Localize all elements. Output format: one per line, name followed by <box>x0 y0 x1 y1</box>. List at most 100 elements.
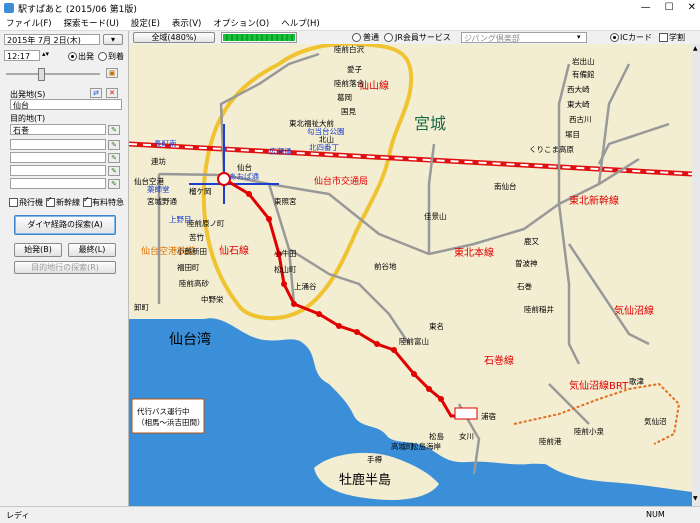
line-label-tohoku-main: 東北本線 <box>454 246 494 259</box>
station-45: 前谷地 <box>374 261 397 271</box>
via1-pick-icon[interactable]: ✎ <box>108 140 120 150</box>
station-62: 東名 <box>429 321 444 331</box>
destination-marker[interactable] <box>454 407 478 420</box>
line-label-ishinomaki: 石巻線 <box>484 354 514 367</box>
last-train-button[interactable]: 最終(L) <box>68 243 116 257</box>
line-label-kesennuma: 気仙沼線 <box>614 304 654 317</box>
search-panel: 2015年 7月 2日(木) ▾ 12:17 ▴▾ 出発 到着 ▣ 出発地(S)… <box>0 31 129 511</box>
maximize-icon[interactable]: ☐ <box>665 2 674 13</box>
swap-icon[interactable]: ⇄ <box>90 88 102 98</box>
station-87: 上野目 <box>169 215 192 224</box>
dia-search-button[interactable]: ダイヤ経路の探索(A) <box>14 215 116 235</box>
scroll-up-icon[interactable]: ▲ <box>693 46 699 52</box>
station-91: 東大崎 <box>567 99 590 109</box>
station-23: 小鶴新田 <box>177 246 207 256</box>
route-map[interactable]: 宮城 仙台湾 牡鹿半島 仙山線 東北新幹線 東北本線 仙石線 石巻線 気仙沼線 … <box>129 44 692 506</box>
station-15: 広瀬通 <box>269 146 292 156</box>
via4-input[interactable] <box>10 178 106 189</box>
arrive-label: 到着 <box>108 52 124 61</box>
depart-radio[interactable] <box>68 52 77 61</box>
ic-card-radio[interactable] <box>610 33 619 42</box>
station-22: 苦竹 <box>189 232 204 242</box>
shinkansen-checkbox[interactable] <box>46 195 55 207</box>
via3-pick-icon[interactable]: ✎ <box>108 166 120 176</box>
time-field[interactable]: 12:17 <box>4 50 40 61</box>
via2-pick-icon[interactable]: ✎ <box>108 153 120 163</box>
first-train-button[interactable]: 始発(B) <box>14 243 62 257</box>
station-13: 北四番丁 <box>309 142 339 152</box>
menu-help[interactable]: ヘルプ(H) <box>275 17 326 29</box>
station-3: 葛岡 <box>337 92 352 102</box>
scroll-down-icon[interactable]: ▼ <box>693 496 699 502</box>
calendar-icon[interactable]: ▣ <box>106 68 118 78</box>
station-57: 松島海岸 <box>411 441 441 451</box>
fare-normal-label: 普通 <box>363 33 379 42</box>
map-vertical-scrollbar[interactable]: ▲ ▼ <box>692 44 700 506</box>
fare-normal-radio[interactable] <box>352 33 361 42</box>
date-dropdown-button[interactable]: ▾ <box>103 34 123 45</box>
station-26: 中野栄 <box>201 294 224 304</box>
time-slider-handle[interactable] <box>38 68 45 81</box>
to-pick-icon[interactable]: ✎ <box>108 125 120 135</box>
via2-input[interactable] <box>10 152 106 163</box>
express-checkbox[interactable] <box>83 195 92 207</box>
air-label: 飛行機 <box>19 198 43 207</box>
menu-options[interactable]: オプション(O) <box>207 17 275 29</box>
to-label: 目的地(T) <box>10 114 46 123</box>
line-label-kesennuma-brt: 気仙沼線BRT <box>569 379 629 392</box>
reverse-search-button[interactable]: 目的地行の探索(R) <box>14 261 116 274</box>
minimize-icon[interactable]: — <box>641 2 651 13</box>
date-field[interactable]: 2015年 7月 2日(木) <box>4 34 100 45</box>
menu-search-mode[interactable]: 探索モード(U) <box>58 17 125 29</box>
station-58: 高城町 <box>391 441 414 451</box>
station-83: 長町南 <box>154 138 177 148</box>
app-icon <box>4 3 14 13</box>
line-label-subway: 仙台市交通局 <box>314 175 368 187</box>
menu-settings[interactable]: 設定(E) <box>125 17 166 29</box>
time-spinner[interactable]: ▴▾ <box>42 50 49 58</box>
route-map-canvas[interactable]: 宮城 仙台湾 牡鹿半島 仙山線 東北新幹線 東北本線 仙石線 石巻線 気仙沼線 … <box>129 44 692 506</box>
station-115: 気仙沼 <box>644 416 667 426</box>
menu-view[interactable]: 表示(V) <box>166 17 207 29</box>
status-bar: レディ NUM <box>0 506 700 523</box>
student-label: 学割 <box>669 33 685 42</box>
via4-pick-icon[interactable]: ✎ <box>108 179 120 189</box>
region-sendai-bay: 仙台湾 <box>169 331 211 348</box>
num-lock-indicator: NUM <box>646 510 665 519</box>
station-21: 陸前原ノ町 <box>187 218 225 228</box>
station-16: あおば通 <box>229 171 259 181</box>
station-25: 陸前高砂 <box>179 278 209 288</box>
bus-note-box <box>131 398 205 434</box>
arrive-radio[interactable] <box>98 52 107 61</box>
air-checkbox[interactable] <box>9 198 18 207</box>
station-82: 卸町 <box>134 302 149 312</box>
line-label-senseki: 仙石線 <box>219 244 249 257</box>
from-input[interactable]: 仙台 <box>10 99 122 110</box>
close-icon[interactable]: ✕ <box>688 2 696 13</box>
ic-card-label: ICカード <box>620 33 652 42</box>
station-19: 榴ケ岡 <box>189 186 212 196</box>
station-119: 陸前小泉 <box>574 426 604 436</box>
to-input[interactable]: 石巻 <box>10 124 106 135</box>
via1-input[interactable] <box>10 139 106 150</box>
station-93: 塚目 <box>565 130 580 139</box>
student-checkbox[interactable] <box>659 33 668 42</box>
station-89: 有備館 <box>572 69 595 79</box>
station-41: 松山町 <box>274 264 297 274</box>
station-94: くりこま高原 <box>529 144 574 154</box>
station-110: 歌津 <box>629 376 644 386</box>
time-slider-track[interactable] <box>6 73 100 75</box>
station-43: 上涌谷 <box>294 281 317 291</box>
station-60: 陸前富山 <box>399 336 429 346</box>
chevron-down-icon[interactable]: ▾ <box>577 33 581 41</box>
station-42: 小牛田 <box>274 248 297 258</box>
via3-input[interactable] <box>10 165 106 176</box>
fare-jr-label: JR会員サービス <box>395 33 451 42</box>
station-17: 仙台 <box>237 162 252 172</box>
station-49: 石巻 <box>517 281 532 291</box>
fare-pass-select[interactable]: ジパング倶楽部 <box>461 32 587 43</box>
clear-icon[interactable]: ✕ <box>106 88 118 98</box>
menu-file[interactable]: ファイル(F) <box>0 17 58 29</box>
area-button[interactable]: 全域(480%) <box>133 32 215 43</box>
fare-jr-radio[interactable] <box>384 33 393 42</box>
